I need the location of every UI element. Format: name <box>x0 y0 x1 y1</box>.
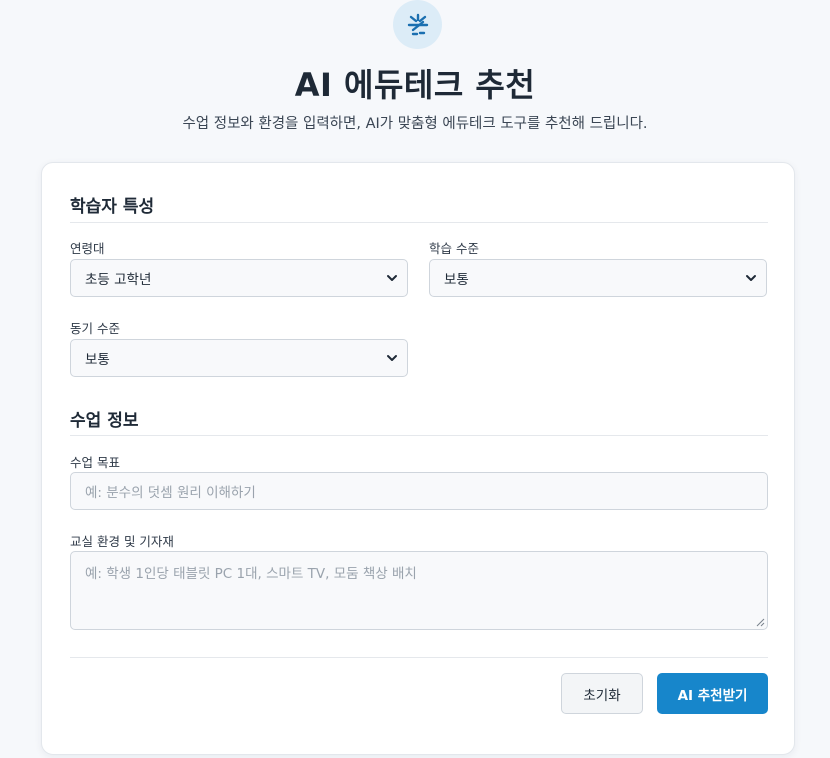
page: AI 에듀테크 추천 수업 정보와 환경을 입력하면, AI가 맞춤형 에듀테크… <box>0 0 830 758</box>
logo <box>393 0 442 49</box>
motivation-select[interactable]: 보통 <box>70 339 408 377</box>
page-subtitle: 수업 정보와 환경을 입력하면, AI가 맞춤형 에듀테크 도구를 추천해 드립… <box>182 116 648 132</box>
environment-label: 교실 환경 및 기자재 <box>70 534 174 549</box>
chevron-down-icon <box>387 355 397 361</box>
level-select-value: 보통 <box>444 272 469 288</box>
section-divider <box>70 222 768 223</box>
sparkle-icon <box>407 13 428 35</box>
resize-handle-icon[interactable] <box>756 618 765 627</box>
level-label: 학습 수준 <box>429 241 479 256</box>
environment-textarea-placeholder: 예: 학생 1인당 태블릿 PC 1대, 스마트 TV, 모둠 책상 배치 <box>85 566 417 582</box>
submit-button-label: AI 추천받기 <box>677 687 748 704</box>
motivation-select-value: 보통 <box>85 352 110 368</box>
goal-input[interactable]: 예: 분수의 덧셈 원리 이해하기 <box>70 472 768 510</box>
submit-button[interactable]: AI 추천받기 <box>657 673 768 714</box>
age-select-value: 초등 고학년 <box>85 272 152 288</box>
goal-label: 수업 목표 <box>70 455 120 470</box>
recommendation-form-card: 학습자 특성 연령대 초등 고학년 학습 수준 보통 동기 수준 보통 수업 정… <box>41 162 795 755</box>
goal-input-placeholder: 예: 분수의 덧셈 원리 이해하기 <box>85 485 256 501</box>
chevron-down-icon <box>387 275 397 281</box>
chevron-down-icon <box>746 275 756 281</box>
age-select[interactable]: 초등 고학년 <box>70 259 408 297</box>
motivation-label: 동기 수준 <box>70 321 120 336</box>
reset-button-label: 초기화 <box>583 687 621 704</box>
level-select[interactable]: 보통 <box>429 259 767 297</box>
reset-button[interactable]: 초기화 <box>561 673 643 714</box>
class-section-title: 수업 정보 <box>70 411 139 431</box>
age-label: 연령대 <box>70 241 105 256</box>
page-title: AI 에듀테크 추천 <box>294 66 536 104</box>
footer-divider <box>70 657 768 658</box>
environment-textarea[interactable]: 예: 학생 1인당 태블릿 PC 1대, 스마트 TV, 모둠 책상 배치 <box>70 551 768 630</box>
section-divider <box>70 435 768 436</box>
learner-section-title: 학습자 특성 <box>70 197 155 217</box>
